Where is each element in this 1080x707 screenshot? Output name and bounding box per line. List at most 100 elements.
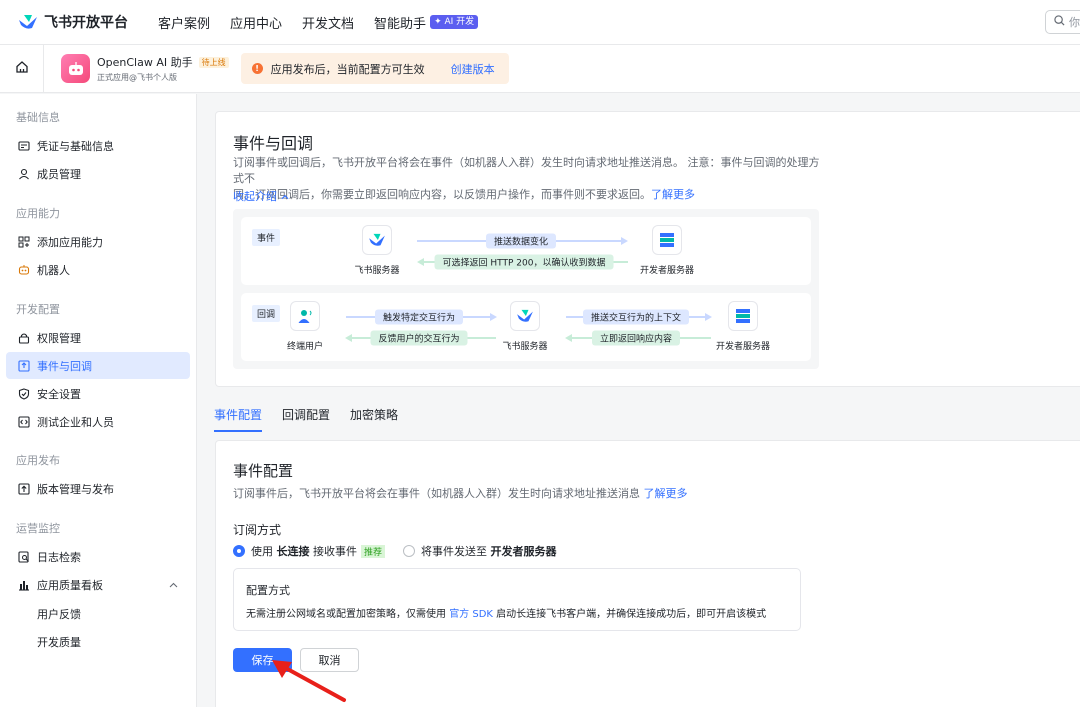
sidebar-item-test-tenants[interactable]: 测试企业和人员 <box>6 408 190 435</box>
shield-icon <box>17 387 30 400</box>
tab-callback-config[interactable]: 回调配置 <box>282 406 330 432</box>
log-search-icon <box>17 550 30 563</box>
recommended-badge: 推荐 <box>361 544 386 558</box>
feedback-pill: 反馈用户的交互行为 <box>370 330 468 346</box>
opt1-bold: 长连接 <box>276 545 310 558</box>
nav-customer-cases[interactable]: 客户案例 <box>158 13 210 32</box>
create-version-link[interactable]: 创建版本 <box>451 61 495 77</box>
sidebar-group-dev-config: 开发配置 <box>16 303 60 316</box>
search-placeholder: 你 <box>1069 16 1080 29</box>
publish-notice: ! 应用发布后，当前配置方可生效 创建版本 <box>240 53 509 84</box>
upload-icon <box>17 482 30 495</box>
sidebar-item-label: 应用质量看板 <box>37 578 103 592</box>
sidebar: 基础信息 凭证与基础信息 成员管理 应用能力 添加应用能力 机器人 开发配置 权… <box>0 94 197 707</box>
nav-dev-docs[interactable]: 开发文档 <box>302 13 354 32</box>
sidebar-item-label: 版本管理与发布 <box>37 482 114 496</box>
sidebar-item-label: 测试企业和人员 <box>37 415 114 429</box>
sidebar-item-logs[interactable]: 日志检索 <box>6 543 190 570</box>
sidebar-sub-dev-quality[interactable]: 开发质量 <box>37 634 81 650</box>
home-button[interactable] <box>0 44 44 93</box>
sidebar-group-basic: 基础信息 <box>16 111 60 124</box>
push-context-pill: 推送交互行为的上下文 <box>582 309 690 325</box>
event-config-title: 事件配置 <box>233 462 294 480</box>
search-input[interactable]: 你 <box>1045 10 1080 34</box>
radio-long-connection[interactable] <box>233 545 245 557</box>
notice-text: 应用发布后，当前配置方可生效 <box>270 62 425 76</box>
push-data-pill: 推送数据变化 <box>485 233 557 249</box>
radio-dev-server[interactable] <box>403 545 416 557</box>
opt2-bold: 开发者服务器 <box>490 545 557 558</box>
logo-text: 飞书开放平台 <box>44 15 128 31</box>
intro-desc: 订阅事件或回调后，飞书开放平台将会在事件（如机器人入群）发生时向请求地址推送消息… <box>233 156 820 201</box>
sidebar-item-quality-board[interactable]: 应用质量看板 <box>6 571 190 598</box>
dev-server-label-2: 开发者服务器 <box>715 342 771 352</box>
nav-app-center[interactable]: 应用中心 <box>230 13 282 32</box>
collapse-intro-button[interactable]: 收起介绍 <box>233 188 289 204</box>
feishu-logo-icon <box>18 14 38 30</box>
ai-badge: ✦ AI 开发 <box>430 15 479 29</box>
sidebar-item-credentials[interactable]: 凭证与基础信息 <box>6 132 190 159</box>
red-arrow-annotation <box>272 660 346 702</box>
feishu-server-icon <box>363 226 391 254</box>
sidebar-item-members[interactable]: 成员管理 <box>6 160 190 187</box>
sidebar-item-label: 机器人 <box>37 263 70 277</box>
sidebar-item-security[interactable]: 安全设置 <box>6 380 190 407</box>
nav-smart-assistant-label: 智能助手 <box>374 16 427 32</box>
sidebar-item-permissions[interactable]: 权限管理 <box>6 324 190 351</box>
sidebar-item-label: 添加应用能力 <box>37 235 103 249</box>
callback-tag: 回调 <box>252 305 281 322</box>
dev-server-label: 开发者服务器 <box>639 266 695 276</box>
tab-event-config[interactable]: 事件配置 <box>214 406 263 432</box>
subscribe-mode-label: 订阅方式 <box>233 523 282 537</box>
official-sdk-link[interactable]: 官方 SDK <box>449 609 493 620</box>
sidebar-item-versions[interactable]: 版本管理与发布 <box>6 475 190 502</box>
sidebar-item-label: 事件与回调 <box>37 359 92 373</box>
grid-add-icon <box>17 235 30 248</box>
sidebar-item-label: 日志检索 <box>37 550 81 564</box>
tab-encryption[interactable]: 加密策略 <box>350 406 398 432</box>
opt1-pre: 使用 <box>251 545 273 558</box>
sidebar-item-label: 权限管理 <box>37 331 81 345</box>
sidebar-item-label: 成员管理 <box>37 167 81 181</box>
logo[interactable]: 飞书开放平台 <box>18 12 128 32</box>
sidebar-item-events-callbacks[interactable]: 事件与回调 <box>6 352 190 379</box>
config-tabs: 事件配置 回调配置 加密策略 <box>214 406 418 432</box>
config-mode-title: 配置方式 <box>246 584 290 597</box>
intro-title: 事件与回调 <box>233 134 314 153</box>
feishu-server-label: 飞书服务器 <box>354 266 400 276</box>
dev-server-icon <box>653 226 681 254</box>
event-learn-more-link[interactable]: 了解更多 <box>644 487 688 500</box>
sidebar-item-label: 凭证与基础信息 <box>37 139 114 153</box>
warning-icon: ! <box>251 63 263 74</box>
app-avatar <box>61 54 90 83</box>
bot-icon <box>17 263 30 276</box>
sidebar-group-ops: 运营监控 <box>16 522 60 535</box>
search-icon <box>1054 15 1065 29</box>
config-mode-box: 配置方式 无需注册公网域名或配置加密策略，仅需使用 官方 SDK 启动长连接飞书… <box>233 568 801 631</box>
trigger-pill: 触发特定交互行为 <box>374 309 464 325</box>
sidebar-sub-user-feedback[interactable]: 用户反馈 <box>37 606 81 622</box>
feishu-server-icon-2 <box>511 302 539 330</box>
opt2-pre: 将事件发送至 <box>421 545 488 558</box>
intro-card: 事件与回调 订阅事件或回调后，飞书开放平台将会在事件（如机器人入群）发生时向请求… <box>215 111 1080 387</box>
user-icon <box>17 167 30 180</box>
robot-icon <box>68 61 83 75</box>
sidebar-item-add-capability[interactable]: 添加应用能力 <box>6 228 190 255</box>
intro-learn-more-link[interactable]: 了解更多 <box>651 188 695 201</box>
sidebar-group-publish: 应用发布 <box>16 454 60 467</box>
code-icon <box>17 415 30 428</box>
lock-icon <box>17 331 30 344</box>
config-mode-desc: 无需注册公网域名或配置加密策略，仅需使用 官方 SDK 启动长连接飞书客户端，并… <box>246 609 767 620</box>
nav-smart-assistant[interactable]: 智能助手 ✦ AI 开发 <box>374 13 479 32</box>
chevron-up-icon[interactable] <box>169 578 178 591</box>
end-user-icon <box>291 302 319 330</box>
collapse-label: 收起介绍 <box>233 190 277 203</box>
end-user-label: 终端用户 <box>286 342 324 352</box>
event-flow-row: 事件 飞书服务器 推送数据变化 可选择返回 HTTP 200，以确认收到数据 开… <box>241 217 811 285</box>
sidebar-group-capabilities: 应用能力 <box>16 207 60 220</box>
sidebar-item-bot[interactable]: 机器人 <box>6 256 190 283</box>
subscribe-options: 使用 长连接 接收事件 推荐 将事件发送至 开发者服务器 <box>233 543 557 559</box>
event-tag: 事件 <box>252 229 281 246</box>
callback-flow-row: 回调 终端用户 触发特定交互行为 反馈用户的交互行为 飞书服务器 推送交互行为的… <box>241 293 811 361</box>
dev-server-icon-2 <box>729 302 757 330</box>
